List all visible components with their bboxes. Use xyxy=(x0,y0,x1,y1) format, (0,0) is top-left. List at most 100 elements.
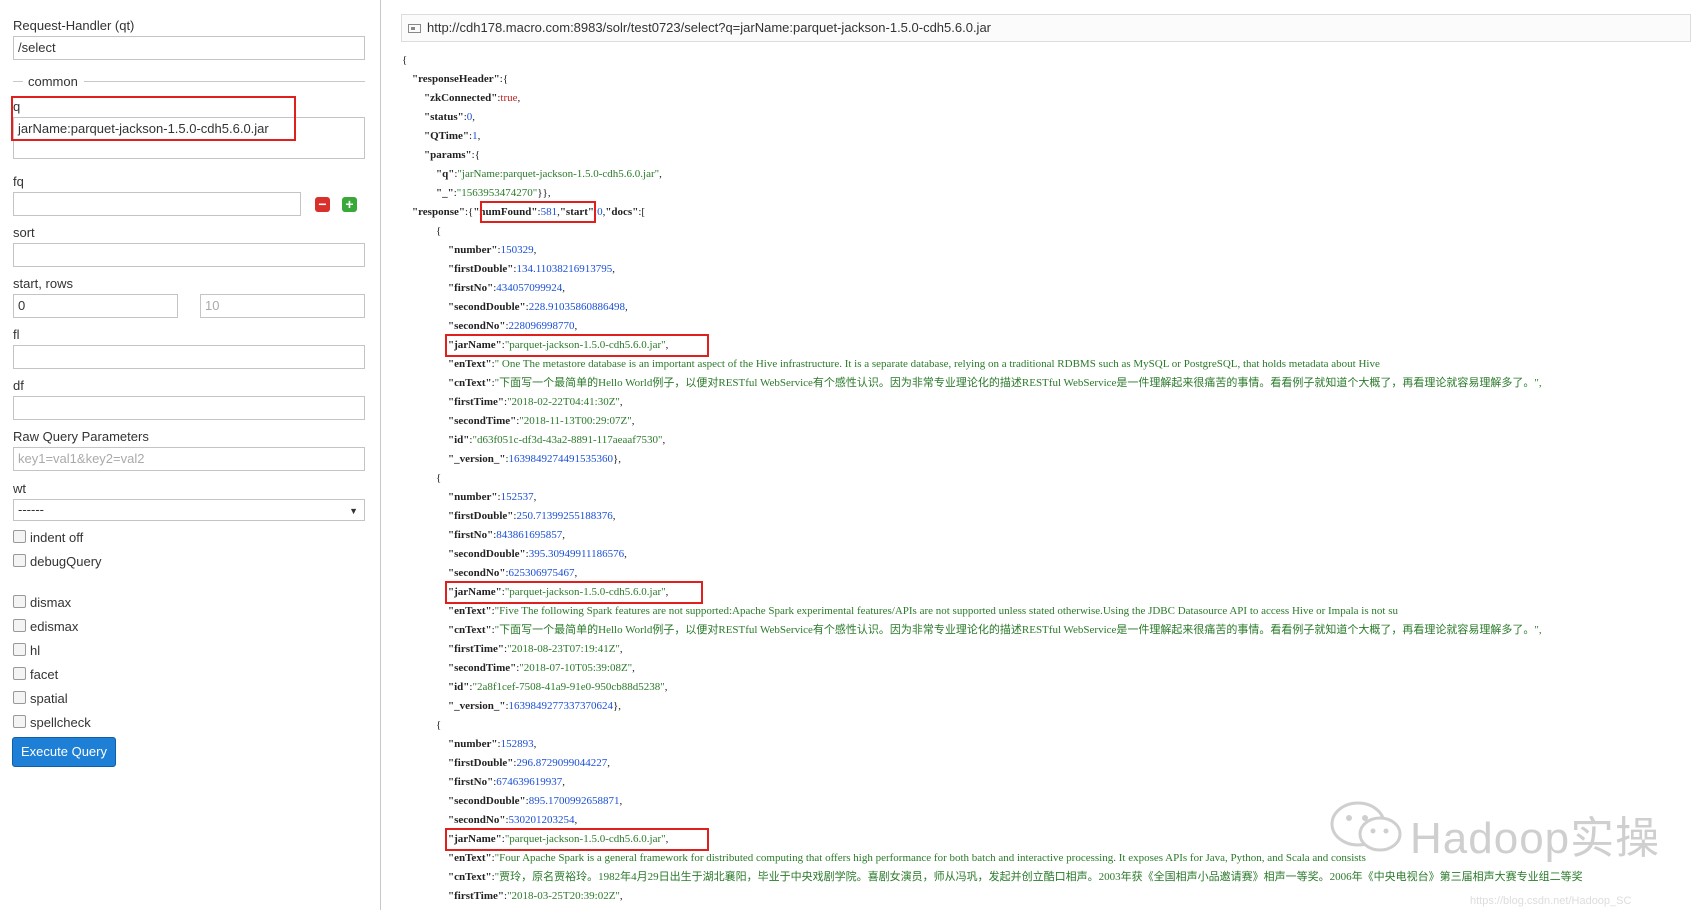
sort-label: sort xyxy=(13,225,35,240)
rows-input[interactable]: 10 xyxy=(200,294,365,318)
doc-second-time-value: "2018-07-10T05:39:08Z" xyxy=(519,662,633,674)
fq-label: fq xyxy=(13,174,24,189)
wt-label: wt xyxy=(13,481,26,496)
add-fq-button[interactable]: + xyxy=(342,197,357,212)
doc-cn-text-value: "下面写一个最简单的Hello World例子，以便对RESTful WebSe… xyxy=(494,377,1542,389)
doc-cn-text-line: "cnText":"下面写一个最简单的Hello World例子，以便对REST… xyxy=(448,624,1542,636)
jar-name-highlight-box xyxy=(445,581,703,604)
execute-query-button[interactable]: Execute Query xyxy=(12,737,116,767)
edismax-checkbox[interactable] xyxy=(13,619,26,632)
qtime-value: 1 xyxy=(472,130,478,142)
start-input[interactable]: 0 xyxy=(13,294,178,318)
spellcheck-label: spellcheck xyxy=(30,715,91,730)
json-open-brace: { xyxy=(402,54,408,66)
doc-number-line: "number":152893, xyxy=(448,738,537,750)
request-handler-label: Request-Handler (qt) xyxy=(13,18,135,33)
response-header-line: "responseHeader":{ xyxy=(412,73,509,85)
doc-second-double-line: "secondDouble":228.91035860886498, xyxy=(448,301,628,313)
doc-open-brace: { xyxy=(436,472,442,484)
hl-label: hl xyxy=(30,643,41,658)
doc-first-no-value: 674639619937 xyxy=(496,776,563,788)
common-legend-line-left xyxy=(13,81,23,82)
facet-checkbox[interactable] xyxy=(13,667,26,680)
doc-first-double-value: 134.11038216913795 xyxy=(516,263,613,275)
qtime-line: "QTime":1, xyxy=(424,130,481,142)
doc-first-double-line: "firstDouble":296.8729099044227, xyxy=(448,757,610,769)
num-found-highlight-box xyxy=(480,201,596,223)
doc-second-time-line: "secondTime":"2018-07-10T05:39:08Z", xyxy=(448,662,635,674)
sort-input[interactable] xyxy=(13,243,365,267)
query-form-panel: Request-Handler (qt) /select common q ja… xyxy=(0,0,380,910)
doc-first-time-value: "2018-03-25T20:39:02Z" xyxy=(507,890,620,902)
doc-id-line: "id":"2a8f1cef-7508-41a9-91e0-950cb88d52… xyxy=(448,681,668,693)
doc-first-no-value: 434057099924 xyxy=(496,282,563,294)
doc-second-double-value: 895.1700992658871 xyxy=(528,795,620,807)
indent-off-checkbox[interactable] xyxy=(13,530,26,543)
doc-second-double-value: 395.30949911186576 xyxy=(528,548,625,560)
common-legend: common xyxy=(28,74,78,89)
doc-first-time-line: "firstTime":"2018-03-25T20:39:02Z", xyxy=(448,890,623,902)
spellcheck-checkbox[interactable] xyxy=(13,715,26,728)
doc-en-text-value: "Five The following Spark features are n… xyxy=(494,605,1398,617)
doc-version-value: 1639849277337370624 xyxy=(508,700,614,712)
fl-input[interactable] xyxy=(13,345,365,369)
remove-fq-button[interactable]: − xyxy=(315,197,330,212)
doc-first-time-line: "firstTime":"2018-08-23T07:19:41Z", xyxy=(448,643,623,655)
doc-number-value: 152537 xyxy=(500,491,534,503)
params-underscore-value: "1563953474270" xyxy=(456,187,538,199)
doc-first-time-line: "firstTime":"2018-02-22T04:41:30Z", xyxy=(448,396,623,408)
json-response: { "responseHeader":{ "zkConnected":true,… xyxy=(402,51,1702,911)
df-label: df xyxy=(13,378,24,393)
start-value: 0 xyxy=(597,206,603,218)
doc-cn-text-line: "cnText":"贾玲，原名贾裕玲。1982年4月29日出生于湖北襄阳，毕业于… xyxy=(448,871,1583,883)
url-bar[interactable]: http://cdh178.macro.com:8983/solr/test07… xyxy=(401,14,1691,42)
doc-first-double-line: "firstDouble":250.71399255188376, xyxy=(448,510,616,522)
query-url[interactable]: http://cdh178.macro.com:8983/solr/test07… xyxy=(427,20,991,35)
doc-second-no-value: 530201203254 xyxy=(508,814,575,826)
hl-checkbox[interactable] xyxy=(13,643,26,656)
common-legend-line-right xyxy=(84,81,365,82)
wt-select[interactable]: ------ ▼ xyxy=(13,499,365,521)
debug-query-checkbox[interactable] xyxy=(13,554,26,567)
doc-en-text-line: "enText":" One The metastore database is… xyxy=(448,358,1380,370)
doc-en-text-value: " One The metastore database is an impor… xyxy=(494,358,1380,370)
doc-second-time-value: "2018-11-13T00:29:07Z" xyxy=(519,415,632,427)
doc-cn-text-value: "贾玲，原名贾裕玲。1982年4月29日出生于湖北襄阳，毕业于中央戏剧学院。喜剧… xyxy=(494,871,1583,883)
jar-name-highlight-box xyxy=(445,828,709,851)
doc-first-double-value: 296.8729099044227 xyxy=(516,757,608,769)
doc-id-value: "2a8f1cef-7508-41a9-91e0-950cb88d5238" xyxy=(472,681,665,693)
doc-version-line: "_version_":1639849274491535360}, xyxy=(448,453,622,465)
doc-first-no-line: "firstNo":843861695857, xyxy=(448,529,566,541)
doc-cn-text-value: "下面写一个最简单的Hello World例子，以便对RESTful WebSe… xyxy=(494,624,1542,636)
watermark: Hadoop实操 xyxy=(1328,790,1698,870)
doc-number-line: "number":150329, xyxy=(448,244,537,256)
params-q-line: "q":"jarName:parquet-jackson-1.5.0-cdh5.… xyxy=(436,168,662,180)
doc-version-line: "_version_":1639849277337370624}, xyxy=(448,700,622,712)
doc-en-text-line: "enText":"Five The following Spark featu… xyxy=(448,605,1398,617)
doc-version-value: 1639849274491535360 xyxy=(508,453,614,465)
spatial-checkbox[interactable] xyxy=(13,691,26,704)
doc-id-line: "id":"d63f051c-df3d-43a2-8891-117aeaaf75… xyxy=(448,434,666,446)
indent-off-label: indent off xyxy=(30,530,84,545)
doc-number-value: 152893 xyxy=(500,738,534,750)
link-icon xyxy=(408,24,421,33)
doc-first-double-line: "firstDouble":134.11038216913795, xyxy=(448,263,616,275)
debug-query-label: debugQuery xyxy=(30,554,102,569)
status-value: 0 xyxy=(466,111,473,123)
chevron-down-icon: ▼ xyxy=(349,506,358,516)
df-input[interactable] xyxy=(13,396,365,420)
doc-id-value: "d63f051c-df3d-43a2-8891-117aeaaf7530" xyxy=(472,434,663,446)
fq-input[interactable] xyxy=(13,192,301,216)
start-rows-label: start, rows xyxy=(13,276,73,291)
doc-second-time-line: "secondTime":"2018-11-13T00:29:07Z", xyxy=(448,415,635,427)
doc-second-no-value: 228096998770 xyxy=(508,320,575,332)
doc-first-no-line: "firstNo":674639619937, xyxy=(448,776,566,788)
doc-open-brace: { xyxy=(436,719,442,731)
raw-query-input[interactable]: key1=val1&key2=val2 xyxy=(13,447,365,471)
request-handler-input[interactable]: /select xyxy=(13,36,365,60)
watermark-brand: Hadoop实操 xyxy=(1410,814,1661,863)
doc-open-brace: { xyxy=(436,225,442,237)
dismax-checkbox[interactable] xyxy=(13,595,26,608)
doc-cn-text-line: "cnText":"下面写一个最简单的Hello World例子，以便对REST… xyxy=(448,377,1542,389)
jar-name-highlight-box xyxy=(445,334,709,357)
